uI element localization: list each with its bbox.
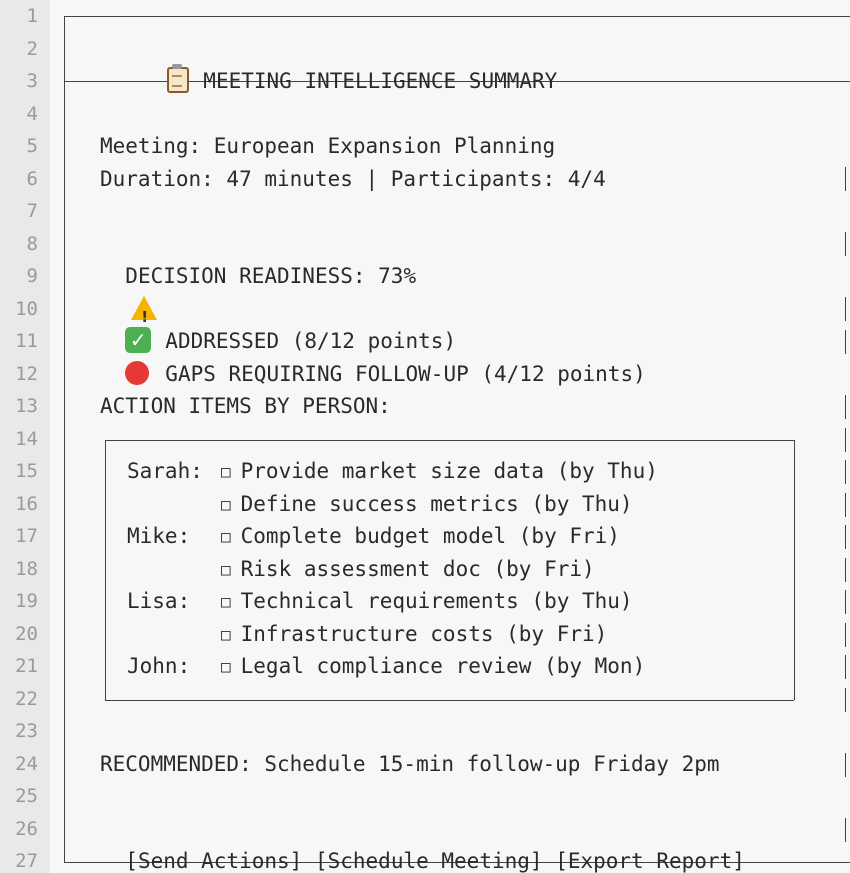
line-number-gutter: 1 2 3 4 5 6 7 8 9 10 11 12 13 14 15 16 1… bbox=[0, 0, 50, 873]
decision-readiness: DECISION READINESS: 73% ! bbox=[100, 228, 416, 326]
frame-right-border bbox=[845, 558, 846, 582]
frame-right-border bbox=[845, 330, 846, 354]
person-label: Mike: bbox=[127, 524, 191, 548]
page-title-text: MEETING INTELLIGENCE SUMMARY bbox=[203, 68, 558, 93]
line-number: 22 bbox=[15, 687, 38, 710]
action-box-left-border bbox=[105, 440, 106, 700]
action-item[interactable]: □ Complete budget model (by Fri) bbox=[221, 520, 620, 553]
frame-right-border bbox=[845, 428, 846, 452]
action-item-label: Complete budget model (by Fri) bbox=[240, 524, 620, 548]
frame-right-border bbox=[845, 395, 846, 419]
frame-right-border bbox=[845, 623, 846, 647]
action-box-top-border bbox=[105, 440, 794, 441]
schedule-meeting-button[interactable]: [Schedule Meeting] bbox=[315, 849, 543, 873]
line-number: 25 bbox=[15, 785, 38, 807]
checkbox-icon[interactable]: □ bbox=[221, 592, 231, 611]
line-number: 5 bbox=[26, 135, 38, 157]
red-circle-icon bbox=[125, 360, 150, 385]
line-number: 15 bbox=[15, 460, 38, 482]
action-buttons: [Send Actions] [Schedule Meeting] [Expor… bbox=[100, 813, 745, 873]
action-item-label: Define success metrics (by Thu) bbox=[240, 491, 633, 516]
checkbox-icon[interactable]: □ bbox=[221, 657, 231, 676]
line-number: 11 bbox=[15, 330, 38, 352]
action-item-label: Infrastructure costs (by Fri) bbox=[240, 621, 608, 646]
action-item[interactable]: □ Legal compliance review (by Mon) bbox=[221, 650, 645, 683]
line-number: 13 bbox=[15, 395, 38, 417]
action-item-label: Technical requirements (by Thu) bbox=[240, 589, 633, 613]
action-items-heading: ACTION ITEMS BY PERSON: bbox=[100, 394, 391, 418]
line-number: 18 bbox=[15, 557, 38, 580]
action-item-label: Provide market size data (by Thu) bbox=[240, 459, 658, 483]
action-box-bottom-border bbox=[105, 700, 794, 701]
frame-right-border bbox=[845, 297, 846, 321]
line-number: 14 bbox=[15, 427, 38, 450]
line-number: 12 bbox=[15, 362, 38, 385]
action-item[interactable]: □ Infrastructure costs (by Fri) bbox=[221, 618, 607, 651]
frame-right-border bbox=[845, 232, 846, 256]
frame-right-border bbox=[845, 460, 846, 484]
action-item[interactable]: □ Technical requirements (by Thu) bbox=[221, 585, 633, 618]
frame-right-border bbox=[845, 655, 846, 679]
line-number: 8 bbox=[26, 232, 38, 255]
person-label: Sarah: bbox=[127, 459, 203, 483]
person-label: Lisa: bbox=[127, 589, 191, 613]
clipboard-icon bbox=[167, 63, 190, 93]
action-item-label: Legal compliance review (by Mon) bbox=[240, 654, 646, 678]
action-item[interactable]: □ Risk assessment doc (by Fri) bbox=[221, 553, 595, 586]
line-number: 23 bbox=[15, 720, 38, 742]
line-number: 20 bbox=[15, 622, 38, 645]
checkbox-icon[interactable]: □ bbox=[221, 560, 231, 579]
line-number: 24 bbox=[15, 752, 38, 775]
person-label: John: bbox=[127, 654, 191, 678]
line-number: 21 bbox=[15, 655, 38, 677]
line-number: 27 bbox=[15, 850, 38, 872]
action-item[interactable]: □ Define success metrics (by Thu) bbox=[221, 488, 633, 521]
checkbox-icon[interactable]: □ bbox=[221, 527, 231, 546]
frame-right-border bbox=[845, 818, 846, 842]
line-number: 9 bbox=[26, 265, 38, 287]
checkbox-icon[interactable]: □ bbox=[221, 462, 231, 481]
meeting-name: Meeting: European Expansion Planning bbox=[100, 134, 556, 158]
line-number: 1 bbox=[26, 5, 38, 27]
line-number: 16 bbox=[15, 492, 38, 515]
line-number: 3 bbox=[26, 70, 38, 92]
line-number: 10 bbox=[15, 297, 38, 320]
send-actions-button[interactable]: [Send Actions] bbox=[125, 849, 302, 873]
page-title: MEETING INTELLIGENCE SUMMARY bbox=[142, 32, 557, 93]
frame-right-border bbox=[845, 590, 846, 614]
meeting-duration: Duration: 47 minutes | Participants: 4/4 bbox=[100, 166, 606, 191]
gaps-label: GAPS REQUIRING FOLLOW-UP (4/12 points) bbox=[165, 361, 646, 386]
frame-left-border bbox=[64, 16, 65, 862]
line-number: 2 bbox=[26, 37, 38, 60]
checkbox-icon[interactable]: □ bbox=[221, 625, 231, 644]
export-report-button[interactable]: [Export Report] bbox=[555, 849, 745, 873]
frame-right-border bbox=[845, 525, 846, 549]
action-item[interactable]: □ Provide market size data (by Thu) bbox=[221, 455, 658, 488]
line-number: 17 bbox=[15, 525, 38, 547]
line-number: 4 bbox=[26, 102, 38, 125]
checkbox-icon[interactable]: □ bbox=[221, 495, 231, 514]
frame-right-border bbox=[845, 167, 846, 191]
frame-right-border bbox=[845, 753, 846, 777]
frame-top-border bbox=[64, 16, 850, 17]
action-box-right-border bbox=[794, 440, 795, 700]
addressed-status: ✓ ADDRESSED (8/12 points) bbox=[100, 293, 456, 353]
frame-right-border bbox=[845, 688, 846, 712]
gaps-status: GAPS REQUIRING FOLLOW-UP (4/12 points) bbox=[100, 325, 646, 386]
decision-readiness-label: DECISION READINESS: 73% bbox=[125, 264, 417, 288]
line-number: 7 bbox=[26, 200, 38, 222]
line-number: 26 bbox=[15, 817, 38, 840]
line-number: 19 bbox=[15, 590, 38, 612]
recommendation: RECOMMENDED: Schedule 15-min follow-up F… bbox=[100, 751, 720, 776]
line-number: 6 bbox=[26, 167, 38, 190]
action-item-label: Risk assessment doc (by Fri) bbox=[240, 556, 595, 581]
frame-right-border bbox=[845, 493, 846, 517]
